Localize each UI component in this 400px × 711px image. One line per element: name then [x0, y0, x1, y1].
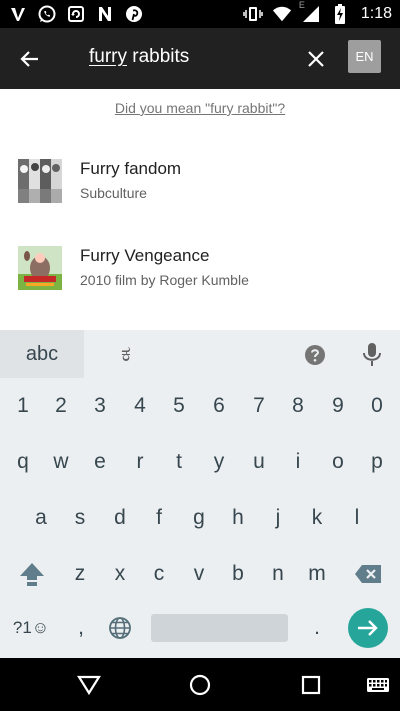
- result-title: Furry fandom: [80, 159, 182, 178]
- key-3[interactable]: 3: [81, 386, 119, 426]
- go-button[interactable]: [348, 608, 388, 648]
- key-f[interactable]: f: [140, 498, 178, 538]
- navigation-bar: [0, 658, 400, 711]
- search-bar: furry rabbits EN: [0, 28, 400, 89]
- key-c[interactable]: c: [140, 554, 178, 594]
- home-circle-icon: [189, 674, 211, 696]
- sync-icon: [66, 4, 86, 24]
- close-icon: [308, 51, 324, 67]
- query-misspelled-word: furry: [89, 46, 127, 67]
- back-button[interactable]: [16, 45, 44, 73]
- key-k[interactable]: k: [298, 498, 336, 538]
- on-screen-keyboard: abc ಕ 1 2 3 4 5 6 7 8 9 0 q w e r t y u …: [0, 330, 400, 658]
- key-6[interactable]: 6: [200, 386, 238, 426]
- system-icons: E 1:18: [243, 0, 392, 24]
- backspace-icon: [355, 565, 381, 583]
- key-0[interactable]: 0: [358, 386, 396, 426]
- symbols-key[interactable]: ?1☺: [6, 608, 56, 648]
- key-l[interactable]: l: [338, 498, 376, 538]
- key-d[interactable]: d: [101, 498, 139, 538]
- square-icon: [301, 675, 321, 695]
- key-q[interactable]: q: [4, 442, 42, 482]
- result-item[interactable]: Furry Vengeance 2010 film by Roger Kumbl…: [0, 238, 400, 298]
- key-m[interactable]: m: [298, 554, 336, 594]
- result-thumbnail: [18, 246, 62, 290]
- key-z[interactable]: z: [61, 554, 99, 594]
- key-4[interactable]: 4: [121, 386, 159, 426]
- notification-icons: [8, 4, 144, 24]
- arrow-back-icon: [20, 51, 38, 67]
- whatsapp-icon: [37, 4, 57, 24]
- language-button[interactable]: EN: [348, 40, 381, 73]
- language-switch-key[interactable]: [101, 608, 139, 648]
- triangle-down-icon: [77, 675, 101, 696]
- signal-icon: E: [299, 0, 321, 24]
- keyboard-top-bar: abc ಕ: [0, 330, 400, 378]
- wifi-icon: [272, 4, 292, 24]
- period-key[interactable]: .: [298, 608, 336, 648]
- result-thumbnail: [18, 159, 62, 203]
- globe-icon: [109, 617, 131, 639]
- key-t[interactable]: t: [160, 442, 198, 482]
- key-o[interactable]: o: [319, 442, 357, 482]
- key-v[interactable]: v: [180, 554, 218, 594]
- keyboard-icon: [367, 678, 389, 692]
- space-bar[interactable]: [151, 614, 288, 642]
- result-subtitle: Subculture: [80, 185, 147, 201]
- key-s[interactable]: s: [61, 498, 99, 538]
- arrow-forward-icon: [358, 620, 378, 636]
- search-results: Did you mean "fury rabbit"? Furry fandom: [0, 89, 400, 330]
- status-clock: 1:18: [360, 5, 392, 22]
- key-g[interactable]: g: [180, 498, 218, 538]
- status-bar: E 1:18: [0, 0, 400, 28]
- key-b[interactable]: b: [219, 554, 257, 594]
- key-2[interactable]: 2: [42, 386, 80, 426]
- microphone-icon[interactable]: [361, 342, 383, 368]
- key-5[interactable]: 5: [160, 386, 198, 426]
- vibrate-icon: [243, 4, 263, 24]
- screen: E 1:18 furry rabbits EN Did you mean "fu…: [0, 0, 400, 711]
- result-title: Furry Vengeance: [80, 246, 210, 265]
- keyboard-switch-button[interactable]: [364, 671, 392, 699]
- key-y[interactable]: y: [200, 442, 238, 482]
- keyboard-tab-kannada[interactable]: ಕ: [84, 330, 168, 378]
- backspace-key[interactable]: [348, 554, 388, 594]
- key-w[interactable]: w: [42, 442, 80, 482]
- key-x[interactable]: x: [101, 554, 139, 594]
- help-icon[interactable]: [304, 344, 326, 366]
- vine-icon: [8, 4, 28, 24]
- result-item[interactable]: Furry fandom Subculture: [0, 151, 400, 211]
- key-j[interactable]: j: [259, 498, 297, 538]
- key-n[interactable]: n: [259, 554, 297, 594]
- result-subtitle: 2010 film by Roger Kumble: [80, 272, 249, 288]
- nav-home-button[interactable]: [186, 671, 214, 699]
- nav-back-button[interactable]: [75, 671, 103, 699]
- key-7[interactable]: 7: [240, 386, 278, 426]
- network-type-label: E: [298, 0, 305, 10]
- key-a[interactable]: a: [22, 498, 60, 538]
- keyboard-tab-abc[interactable]: abc: [0, 330, 84, 378]
- shift-key[interactable]: [12, 554, 52, 594]
- key-8[interactable]: 8: [279, 386, 317, 426]
- key-h[interactable]: h: [219, 498, 257, 538]
- nav-recents-button[interactable]: [297, 671, 325, 699]
- search-input[interactable]: furry rabbits: [89, 46, 189, 68]
- query-rest: rabbits: [127, 46, 190, 67]
- clear-search-button[interactable]: [303, 46, 329, 72]
- comma-key[interactable]: ,: [62, 608, 100, 648]
- key-r[interactable]: r: [121, 442, 159, 482]
- nfc-n-icon: [95, 4, 115, 24]
- key-e[interactable]: e: [81, 442, 119, 482]
- key-1[interactable]: 1: [4, 386, 42, 426]
- shift-icon: [20, 563, 44, 586]
- key-p[interactable]: p: [358, 442, 396, 482]
- key-i[interactable]: i: [279, 442, 317, 482]
- spelling-suggestion-link[interactable]: Did you mean "fury rabbit"?: [0, 100, 400, 116]
- battery-charging-icon: [330, 4, 350, 24]
- key-9[interactable]: 9: [319, 386, 357, 426]
- key-u[interactable]: u: [240, 442, 278, 482]
- pinterest-icon: [124, 4, 144, 24]
